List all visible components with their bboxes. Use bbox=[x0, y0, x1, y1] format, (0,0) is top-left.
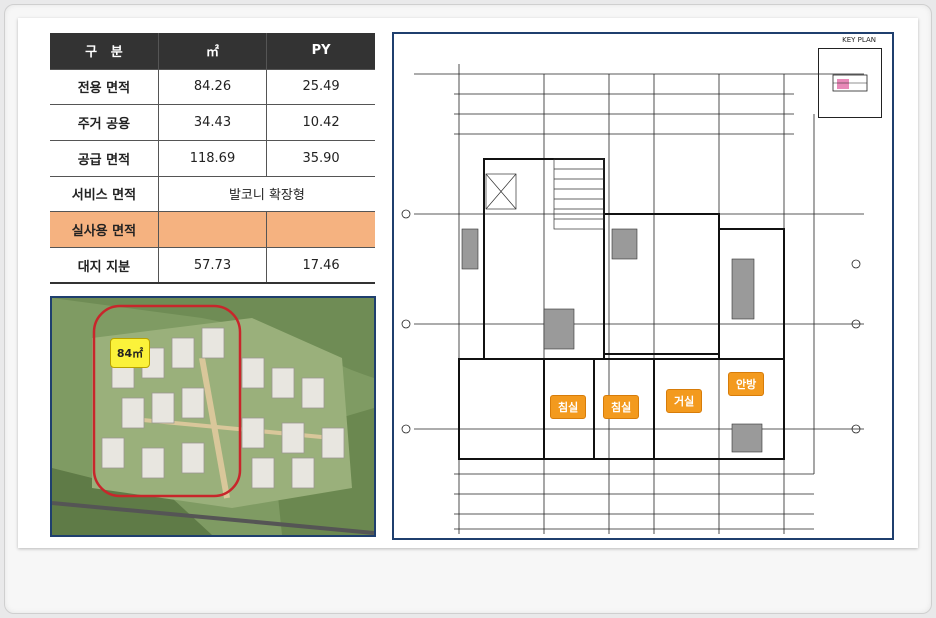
room-label-master-bedroom: 안방 bbox=[728, 372, 765, 396]
header-py: PY bbox=[266, 33, 375, 70]
row-py bbox=[266, 211, 375, 248]
key-plan-box bbox=[818, 48, 882, 118]
header-sqm: ㎡ bbox=[157, 33, 267, 70]
key-plan-title: KEY PLAN bbox=[842, 36, 876, 44]
row-label: 대지 지분 bbox=[50, 247, 159, 285]
aerial-illustration bbox=[52, 298, 374, 535]
row-sqm bbox=[157, 211, 267, 248]
table-row: 서비스 면적 발코니 확장형 bbox=[50, 176, 375, 213]
table-row: 주거 공용 34.43 10.42 bbox=[50, 104, 375, 141]
row-label: 전용 면적 bbox=[50, 69, 159, 106]
row-label: 주거 공용 bbox=[50, 104, 159, 141]
table-row: 전용 면적 84.26 25.49 bbox=[50, 69, 375, 106]
row-py: 25.49 bbox=[266, 69, 375, 106]
row-sqm: 34.43 bbox=[157, 104, 267, 141]
table-header-row: 구 분 ㎡ PY bbox=[50, 33, 375, 70]
room-label-bedroom: 침실 bbox=[550, 395, 587, 419]
row-py: 10.42 bbox=[266, 104, 375, 141]
header-category: 구 분 bbox=[50, 33, 159, 70]
row-label: 공급 면적 bbox=[50, 140, 159, 177]
row-label: 실사용 면적 bbox=[50, 211, 159, 248]
row-sqm: 118.69 bbox=[157, 140, 267, 177]
table-row: 대지 지분 57.73 17.46 bbox=[50, 247, 375, 285]
area-table: 구 분 ㎡ PY 전용 면적 84.26 25.49 주거 공용 34.43 1… bbox=[50, 33, 375, 285]
unit-size-tag: 84㎡ bbox=[110, 338, 150, 368]
row-sqm: 57.73 bbox=[157, 247, 267, 285]
row-py: 17.46 bbox=[266, 247, 375, 285]
room-label-living-room: 거실 bbox=[666, 389, 703, 413]
floor-plan: KEY PLAN 침실 침실 거실 안방 bbox=[392, 32, 894, 540]
table-row: 공급 면적 118.69 35.90 bbox=[50, 140, 375, 177]
row-merged-value: 발코니 확장형 bbox=[157, 176, 375, 213]
row-py: 35.90 bbox=[266, 140, 375, 177]
aerial-site-image: 84㎡ bbox=[50, 296, 376, 537]
row-sqm: 84.26 bbox=[157, 69, 267, 106]
room-label-bedroom: 침실 bbox=[603, 395, 640, 419]
row-label: 서비스 면적 bbox=[50, 176, 159, 213]
table-row-highlight: 실사용 면적 bbox=[50, 211, 375, 248]
